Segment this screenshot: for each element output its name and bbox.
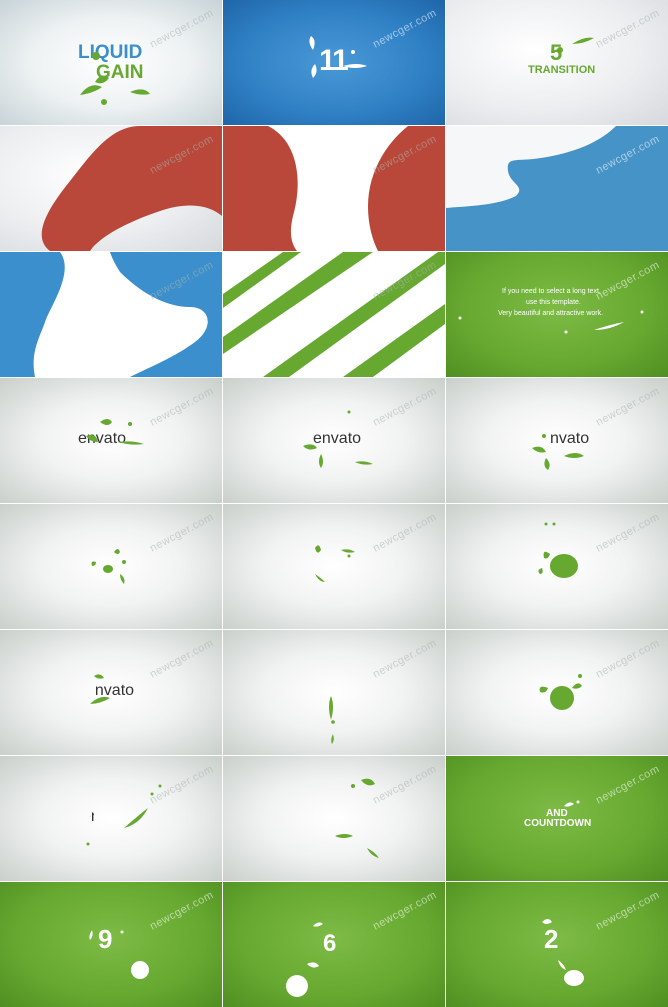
frame-splash-4: newcger.com	[446, 630, 668, 755]
frame-and-countdown: AND COUNTDOWN newcger.com	[446, 756, 668, 881]
frame-countdown-6: 6 newcger.com	[223, 882, 445, 1007]
frame-logo-partial: envato newcger.com	[0, 630, 222, 755]
frame-blue-wave-1: newcger.com	[446, 126, 668, 251]
frame-5-transition: 5 TRANSITION newcger.com	[446, 0, 668, 125]
frame-splash-1: newcger.com	[0, 504, 222, 629]
frame-logo-2: envato newcger.com	[223, 378, 445, 503]
frame-countdown-9: 9 newcger.com	[0, 882, 222, 1007]
frame-logo-wipe: envato newcger.com	[0, 756, 222, 881]
frame-long-text: If you need to select a long text, use t…	[446, 252, 668, 377]
frame-splash-5: newcger.com	[223, 756, 445, 881]
frame-drop: newcger.com	[223, 630, 445, 755]
frame-red-wave-2: newcger.com	[223, 126, 445, 251]
frame-splash-3: newcger.com	[446, 504, 668, 629]
frame-countdown-2: 2 newcger.com	[446, 882, 668, 1007]
frame-grid: LIQUID GAIN newcger.com 11 newcger.com 5…	[0, 0, 668, 1007]
frame-logo-1: envato newcger.com	[0, 378, 222, 503]
frame-liquid-gain-title: LIQUID GAIN newcger.com	[0, 0, 222, 125]
frame-green-stripes: newcger.com	[223, 252, 445, 377]
frame-number-11: 11 newcger.com	[223, 0, 445, 125]
frame-logo-3: nvato newcger.com	[446, 378, 668, 503]
frame-splash-2: newcger.com	[223, 504, 445, 629]
frame-blue-wave-2: newcger.com	[0, 252, 222, 377]
frame-red-wave-1: newcger.com	[0, 126, 222, 251]
